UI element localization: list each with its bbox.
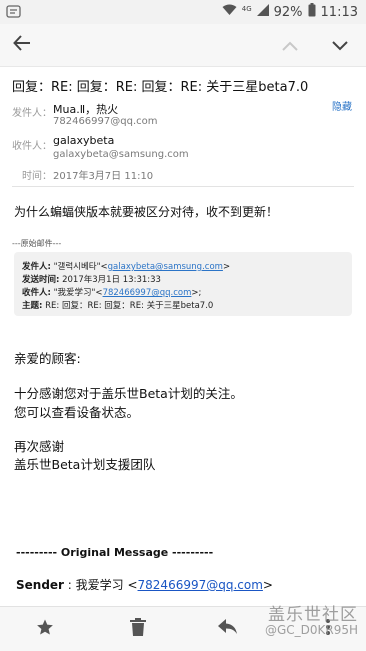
chevron-down-icon	[332, 36, 348, 55]
quote-from-email-link[interactable]: galaxybeta@samsung.com	[108, 262, 223, 272]
back-arrow-icon	[13, 34, 31, 56]
battery-percent: 92%	[273, 4, 303, 20]
watermark-handle: @GC_D0KR95H	[264, 623, 358, 637]
wifi-icon	[222, 4, 237, 20]
delete-button[interactable]	[126, 617, 150, 641]
quote-time-label: 发送时间:	[22, 275, 60, 285]
header-divider	[12, 186, 354, 187]
greeting-text: 亲爱的顾客:	[14, 351, 81, 366]
hide-details-link[interactable]: 隐藏	[332, 98, 352, 113]
back-button[interactable]	[10, 33, 34, 57]
from-name[interactable]: Mua.Ⅱ，热火	[53, 101, 118, 117]
from-label: 发件人：	[12, 108, 52, 119]
star-button[interactable]	[33, 617, 57, 641]
time-label: 时间：	[22, 171, 52, 182]
sender-name: : 我爱学习 <	[63, 578, 138, 592]
original-mail-separator: ---原始邮件---	[12, 239, 62, 248]
quote-to-name: "我爱学习"<	[50, 288, 103, 298]
status-bar: 4G 92% 11:13	[0, 0, 366, 24]
trash-icon	[130, 618, 146, 640]
quote-subject-value: RE: 回复：RE: 回复：RE: 关于三星beta7.0	[42, 301, 214, 311]
to-label: 收件人：	[12, 141, 52, 152]
quote-subject-line: 主题: RE: 回复：RE: 回复：RE: 关于三星beta7.0	[22, 299, 213, 311]
reply-icon	[218, 619, 238, 639]
thanks-line-1: 十分感谢您对于盖乐世Beta计划的关注。	[14, 386, 243, 401]
team-signature: 盖乐世Beta计划支援团队	[14, 457, 156, 472]
quoted-header-box: 发件人: "갤럭시베타"<galaxybeta@samsung.com> 发送时…	[14, 252, 352, 316]
chevron-up-icon	[282, 36, 298, 55]
original-message-separator: --------- Original Message ---------	[16, 546, 214, 559]
battery-icon	[308, 3, 316, 21]
signal-icon	[256, 4, 269, 20]
sender-line: Sender : 我爱学习 <782466997@qq.com>	[16, 576, 273, 593]
email-subject: 回复：RE: 回复：RE: 回复：RE: 关于三星beta7.0	[12, 80, 309, 95]
next-email-button[interactable]	[328, 33, 352, 57]
sender-end: >	[262, 578, 273, 592]
quote-to-label: 收件人:	[22, 288, 51, 298]
watermark-community: 盖乐世社区	[268, 605, 358, 625]
quote-time-line: 发送时间: 2017年3月1日 13:31:33	[22, 273, 161, 285]
previous-email-button[interactable]	[278, 33, 302, 57]
quote-to-line: 收件人: "我爱学习"<782466997@qq.com>;	[22, 286, 201, 298]
quote-from-end: >	[222, 262, 231, 272]
app-bar	[0, 24, 366, 67]
sender-email-link[interactable]: 782466997@qq.com	[138, 578, 263, 592]
thanks-line-2: 您可以查看设备状态。	[14, 405, 140, 420]
to-name[interactable]: galaxybeta	[53, 134, 114, 147]
reply-button[interactable]	[216, 617, 240, 641]
quote-to-end: >;	[191, 288, 202, 298]
quote-to-email-link[interactable]: 782466997@qq.com	[103, 288, 192, 298]
thanks-again: 再次感谢	[14, 439, 65, 454]
from-address[interactable]: 782466997@qq.com	[53, 116, 158, 127]
quote-from-name: "갤럭시베타"<	[50, 262, 108, 272]
quote-subject-label: 主题:	[22, 301, 43, 311]
quote-from-line: 发件人: "갤럭시베타"<galaxybeta@samsung.com>	[22, 260, 230, 272]
status-time: 11:13	[320, 4, 358, 20]
quote-time-value: 2017年3月1日 13:31:33	[59, 275, 161, 285]
star-icon	[36, 618, 54, 640]
to-address[interactable]: galaxybeta@samsung.com	[53, 149, 189, 160]
reply-text: 为什么蝙蝠侠版本就要被区分对待，收不到更新！	[14, 205, 279, 219]
quote-from-label: 发件人:	[22, 262, 51, 272]
whatsapp-icon	[6, 4, 22, 18]
signal-type-label: 4G	[241, 5, 252, 13]
sender-label: Sender	[16, 578, 64, 592]
time-value: 2017年3月7日 11:10	[53, 171, 154, 182]
